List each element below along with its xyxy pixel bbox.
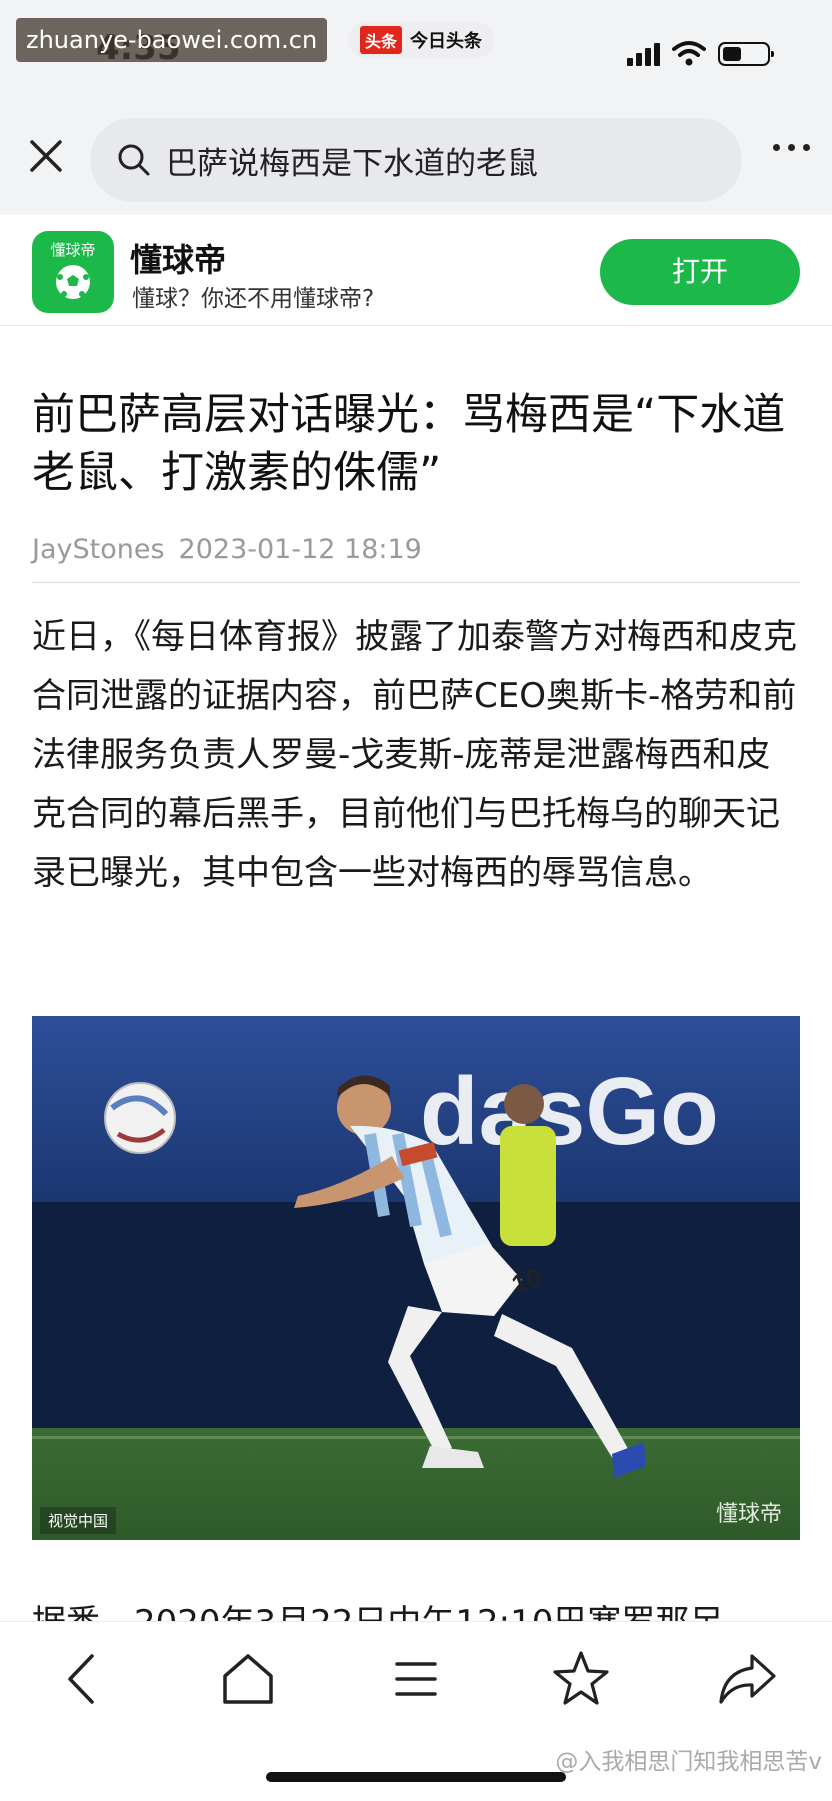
- app-logo: 懂球帝: [32, 231, 114, 313]
- bottom-toolbar: @入我相思门知我相思苦v: [0, 1621, 832, 1801]
- article-photo[interactable]: dasGo 10 视觉中国 懂球帝: [32, 1016, 800, 1540]
- soccer-ball: [104, 1082, 176, 1154]
- menu-icon[interactable]: [381, 1644, 451, 1714]
- wifi-icon: [672, 41, 706, 66]
- divider: [32, 582, 800, 583]
- photo-watermark: 懂球帝: [715, 1502, 782, 1527]
- board-text: dasGo: [420, 1058, 719, 1165]
- article-date: 2023-01-12 18:19: [178, 534, 422, 565]
- search-input[interactable]: 巴萨说梅西是下水道的老鼠: [90, 118, 742, 202]
- back-icon[interactable]: [48, 1644, 118, 1714]
- article-paragraph: 近日，《每日体育报》披露了加泰警方对梅西和皮克合同泄露的证据内容，前巴萨CEO奥…: [32, 617, 797, 893]
- home-icon[interactable]: [213, 1644, 283, 1714]
- article-paragraph-partial: 据悉，2020年3月22日中午12:10巴塞罗那足: [32, 1594, 723, 1621]
- soccer-ball-icon: [56, 265, 90, 299]
- article-meta: JayStones 2023-01-12 18:19: [32, 534, 422, 565]
- photo-credit: 视觉中国: [40, 1507, 117, 1534]
- user-watermark: @入我相思门知我相思苦v: [555, 1749, 822, 1775]
- app-name: 懂球帝: [130, 241, 227, 279]
- close-icon[interactable]: [26, 136, 66, 176]
- article-author[interactable]: JayStones: [32, 534, 165, 565]
- search-icon: [118, 144, 150, 176]
- share-icon[interactable]: [712, 1644, 782, 1714]
- source-app-pill: 头条 今日头条: [348, 22, 495, 58]
- article-body: 前巴萨高层对话曝光：骂梅西是“下水道老鼠、打激素的侏儒” JayStones 20…: [0, 326, 832, 1621]
- app-logo-text: 懂球帝: [50, 241, 96, 259]
- home-indicator: [266, 1772, 566, 1782]
- toutiao-logo: 头条: [360, 26, 403, 54]
- site-watermark: zhuanye-baowei.com.cn: [16, 18, 328, 62]
- status-bar: 4:35 zhuanye-baowei.com.cn 头条 今日头条: [0, 0, 832, 100]
- open-app-button[interactable]: 打开: [600, 239, 800, 305]
- favorite-icon[interactable]: [546, 1644, 616, 1714]
- app-download-banner: 懂球帝 懂球帝 懂球？你还不用懂球帝? 打开: [0, 215, 832, 326]
- signal-icon: [627, 43, 660, 66]
- battery-icon: [718, 42, 774, 66]
- soccer-player-photo: dasGo 10: [32, 1016, 800, 1540]
- more-icon[interactable]: [773, 144, 810, 151]
- app-slogan: 懂球？你还不用懂球帝?: [132, 286, 375, 312]
- search-query: 巴萨说梅西是下水道的老鼠: [166, 145, 538, 182]
- article-title: 前巴萨高层对话曝光：骂梅西是“下水道老鼠、打激素的侏儒”: [32, 390, 786, 498]
- toutiao-name: 今日头条: [410, 31, 483, 52]
- system-icons: [627, 40, 774, 66]
- search-bar: 巴萨说梅西是下水道的老鼠: [0, 100, 832, 215]
